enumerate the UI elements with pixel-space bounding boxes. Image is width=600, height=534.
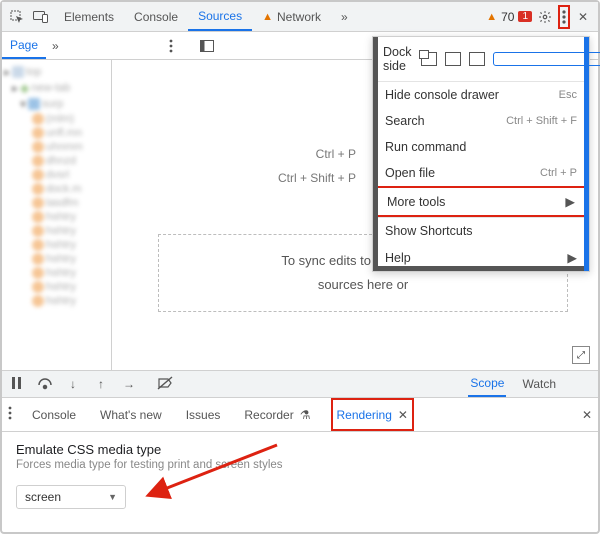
menu-label: Help (385, 251, 411, 265)
dock-side-row: Dock side (373, 37, 589, 81)
tab-console[interactable]: Console (124, 2, 188, 31)
media-type-select[interactable]: screen ▼ (16, 485, 126, 509)
tree-node[interactable]: dvsrl (46, 169, 69, 181)
tab-network-label: Network (277, 10, 321, 24)
step-icon[interactable]: → (120, 377, 138, 391)
drawer-tab-rendering[interactable]: Rendering ✕ (331, 398, 414, 431)
menu-run-command[interactable]: Run command (373, 134, 589, 160)
device-icon[interactable] (30, 6, 52, 28)
close-icon[interactable]: ✕ (572, 6, 594, 28)
warning-icon: ▲ (486, 11, 497, 23)
tree-node[interactable]: lasdfm (46, 197, 78, 209)
status-counts: ▲ 70 1 (486, 10, 532, 24)
menu-label: More tools (387, 195, 445, 209)
drawer-tab-whatsnew[interactable]: What's new (96, 398, 166, 431)
menu-shortcut: Esc (559, 89, 577, 101)
menu-label: Show Shortcuts (385, 224, 473, 238)
tree-node[interactable]: hshtry (46, 225, 76, 237)
tab-network[interactable]: ▲ Network (252, 2, 331, 31)
devtools-toolbar: Elements Console Sources ▲ Network » ▲ 70 … (2, 2, 598, 32)
menu-label: Run command (385, 140, 466, 154)
warning-icon: ▲ (262, 11, 273, 23)
menu-search[interactable]: Search Ctrl + Shift + F (373, 108, 589, 134)
close-icon[interactable]: ✕ (398, 408, 408, 422)
inspect-icon[interactable] (6, 6, 28, 28)
drawer-tabs: Console What's new Issues Recorder ⚗ Rend… (2, 398, 598, 432)
tree-node[interactable]: top (26, 66, 41, 78)
file-tree[interactable]: ▸top ▸◆new-tab ▾surp (mlm) unfl.mn uhnmm… (2, 60, 112, 370)
tabs-overflow[interactable]: » (331, 2, 358, 31)
menu-hide-drawer[interactable]: Hide console drawer Esc (373, 82, 589, 108)
kebab-menu-button[interactable] (558, 5, 570, 29)
rendering-panel: Emulate CSS media type Forces media type… (2, 432, 598, 519)
menu-more-tools[interactable]: More tools ▶ (373, 186, 589, 217)
deactivate-breakpoints-icon[interactable] (156, 377, 174, 392)
tree-node[interactable]: hshtry (46, 253, 76, 265)
tree-node[interactable]: new-tab (31, 82, 70, 94)
drawer-tab-label: Recorder (244, 408, 293, 422)
emulate-media-subtitle: Forces media type for testing print and … (16, 459, 584, 471)
error-badge[interactable]: 1 (518, 11, 532, 22)
navigator-overflow[interactable]: » (46, 39, 65, 53)
step-into-icon[interactable]: ↓ (64, 377, 82, 391)
shortcut-open-file: Ctrl + P (278, 142, 356, 166)
expand-icon[interactable]: ⤢ (572, 346, 590, 364)
tab-watch[interactable]: Watch (520, 371, 558, 397)
gear-icon[interactable] (534, 6, 556, 28)
kebab-icon[interactable] (160, 35, 182, 57)
tree-node[interactable]: hshtry (46, 211, 76, 223)
step-over-icon[interactable] (36, 377, 54, 392)
tree-node[interactable]: hshtry (46, 239, 76, 251)
tab-sources[interactable]: Sources (188, 2, 252, 31)
chevron-right-icon: ▶ (567, 250, 577, 265)
menu-label: Open file (385, 166, 435, 180)
debugger-toolbar: ↓ ↑ → Scope Watch (2, 370, 598, 398)
tree-node[interactable]: surp (42, 98, 63, 110)
panel-tabs: Elements Console Sources ▲ Network » (54, 2, 358, 31)
chevron-right-icon: ▶ (565, 194, 575, 209)
tab-scope[interactable]: Scope (468, 371, 506, 397)
kebab-icon[interactable] (8, 406, 12, 423)
tab-elements[interactable]: Elements (54, 2, 124, 31)
flask-icon: ⚗ (300, 408, 311, 422)
drawer-tab-console[interactable]: Console (28, 398, 80, 431)
sync-text-2: sources here or (171, 273, 555, 297)
menu-shortcut: Ctrl + Shift + F (506, 115, 577, 127)
menu-label: Hide console drawer (385, 88, 499, 102)
main-menu: Dock side Hide console drawer Esc Search C… (372, 36, 590, 272)
tree-node[interactable]: unfl.mn (46, 127, 82, 139)
emulate-media-title: Emulate CSS media type (16, 442, 584, 457)
menu-shortcut: Ctrl + P (540, 167, 577, 179)
menu-show-shortcuts[interactable]: Show Shortcuts (373, 218, 589, 244)
editor-shortcuts: Ctrl + P Ctrl + Shift + P (278, 142, 356, 190)
dock-left-icon[interactable] (445, 52, 461, 66)
drawer-tab-label: Rendering (337, 408, 392, 422)
media-type-value: screen (25, 490, 61, 504)
step-out-icon[interactable]: ↑ (92, 377, 110, 391)
chevron-down-icon: ▼ (108, 492, 117, 502)
shortcut-run-command: Ctrl + Shift + P (278, 166, 356, 190)
tree-node[interactable]: hshtry (46, 267, 76, 279)
error-count: 1 (522, 11, 528, 22)
menu-open-file[interactable]: Open file Ctrl + P (373, 160, 589, 186)
tree-node[interactable]: (mlm) (46, 113, 74, 125)
tree-node[interactable]: uhnmm (46, 141, 83, 153)
dock-side-label: Dock side (383, 45, 411, 73)
dock-right-icon[interactable] (493, 52, 600, 66)
dock-bottom-icon[interactable] (469, 52, 485, 66)
tree-node[interactable]: dock.m (46, 183, 81, 195)
drawer-tab-recorder[interactable]: Recorder ⚗ (240, 398, 314, 431)
drawer-tab-issues[interactable]: Issues (182, 398, 225, 431)
tree-node[interactable]: hshtry (46, 281, 76, 293)
toggle-navigator-icon[interactable] (196, 40, 218, 52)
tree-node[interactable]: hshtry (46, 295, 76, 307)
navigator-tab-page[interactable]: Page (2, 32, 46, 59)
dock-undock-icon[interactable] (421, 52, 437, 66)
warning-count[interactable]: 70 (501, 10, 514, 24)
pause-icon[interactable] (8, 377, 26, 392)
menu-label: Search (385, 114, 425, 128)
tree-node[interactable]: dhnzd (46, 155, 76, 167)
drawer-close-icon[interactable]: ✕ (582, 408, 592, 422)
